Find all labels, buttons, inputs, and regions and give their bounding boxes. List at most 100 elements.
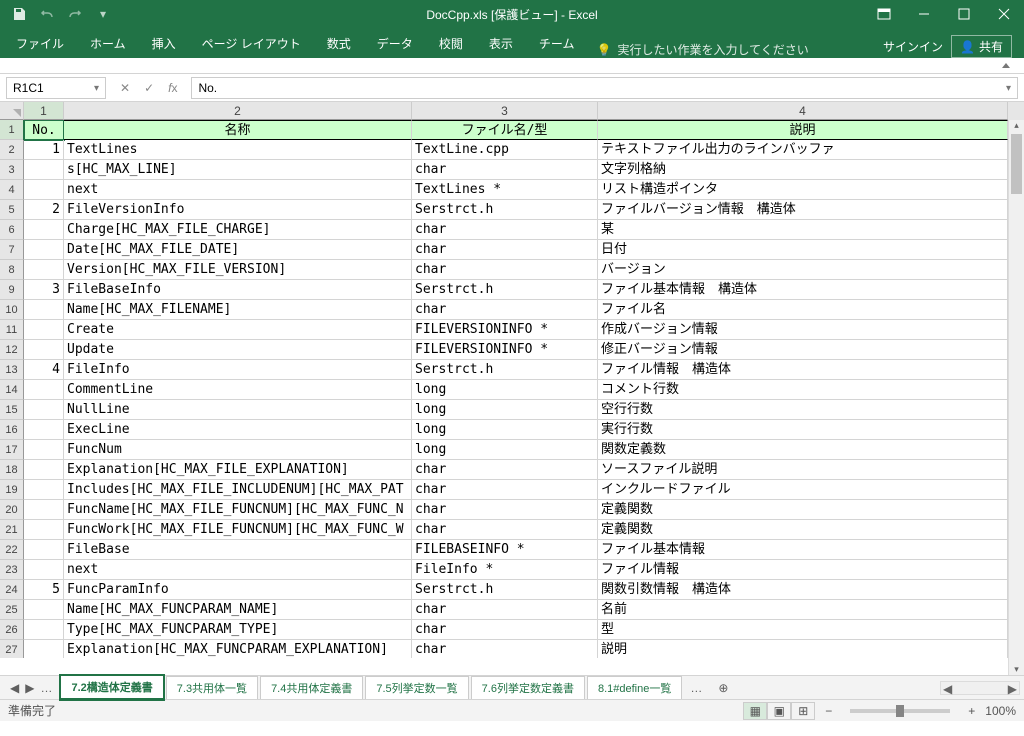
undo-icon[interactable] (34, 2, 60, 26)
tab-file[interactable]: ファイル (4, 29, 76, 58)
col-header-2[interactable]: 2 (64, 102, 412, 120)
row-header[interactable]: 21 (0, 520, 24, 540)
cell[interactable]: CommentLine (64, 380, 412, 400)
cell[interactable]: FileBaseInfo (64, 280, 412, 300)
cell[interactable]: FuncWork[HC_MAX_FILE_FUNCNUM][HC_MAX_FUN… (64, 520, 412, 540)
row-header[interactable]: 5 (0, 200, 24, 220)
sheet-nav-more-icon[interactable]: … (38, 681, 54, 695)
cell[interactable] (24, 400, 64, 420)
cell[interactable]: 関数引数情報 構造体 (598, 580, 1008, 600)
cell[interactable]: 4 (24, 360, 64, 380)
cell[interactable]: char (412, 620, 598, 640)
cell[interactable]: ファイル情報 (598, 560, 1008, 580)
row-header[interactable]: 22 (0, 540, 24, 560)
cancel-icon[interactable]: ✕ (120, 81, 130, 95)
zoom-out-icon[interactable]: − (825, 704, 832, 718)
cell[interactable]: FileBase (64, 540, 412, 560)
cell[interactable] (24, 420, 64, 440)
cell[interactable]: char (412, 220, 598, 240)
cell[interactable]: ファイル名 (598, 300, 1008, 320)
cell[interactable]: Serstrct.h (412, 200, 598, 220)
cell[interactable]: Serstrct.h (412, 280, 598, 300)
sheet-nav-prev-icon[interactable]: ◀ (8, 681, 21, 695)
cell[interactable]: long (412, 380, 598, 400)
cell[interactable] (24, 480, 64, 500)
zoom-slider[interactable] (850, 709, 950, 713)
save-icon[interactable] (6, 2, 32, 26)
sheet-tab[interactable]: 7.5列挙定数一覧 (365, 676, 468, 699)
cell[interactable] (24, 240, 64, 260)
row-header[interactable]: 25 (0, 600, 24, 620)
row-header[interactable]: 27 (0, 640, 24, 658)
enter-icon[interactable]: ✓ (144, 81, 154, 95)
cell[interactable]: 1 (24, 140, 64, 160)
cell[interactable]: 某 (598, 220, 1008, 240)
tab-view[interactable]: 表示 (477, 29, 525, 58)
cell[interactable] (24, 560, 64, 580)
cell[interactable]: NullLine (64, 400, 412, 420)
page-layout-view-icon[interactable]: ▣ (767, 702, 791, 720)
cell[interactable]: インクルードファイル (598, 480, 1008, 500)
cell[interactable]: char (412, 460, 598, 480)
cell[interactable]: TextLines (64, 140, 412, 160)
cell[interactable]: Serstrct.h (412, 360, 598, 380)
cell[interactable]: ExecLine (64, 420, 412, 440)
cell[interactable]: バージョン (598, 260, 1008, 280)
cell[interactable]: char (412, 160, 598, 180)
row-header[interactable]: 26 (0, 620, 24, 640)
cell[interactable]: char (412, 480, 598, 500)
cell[interactable]: FuncNum (64, 440, 412, 460)
cell[interactable]: 名前 (598, 600, 1008, 620)
cell[interactable]: ファイル基本情報 構造体 (598, 280, 1008, 300)
row-header[interactable]: 17 (0, 440, 24, 460)
row-header[interactable]: 11 (0, 320, 24, 340)
row-header[interactable]: 16 (0, 420, 24, 440)
tab-page-layout[interactable]: ページ レイアウト (190, 29, 313, 58)
sheet-tab[interactable]: 7.3共用体一覧 (166, 676, 258, 699)
cell[interactable]: ソースファイル説明 (598, 460, 1008, 480)
cell[interactable]: char (412, 520, 598, 540)
cell[interactable]: Explanation[HC_MAX_FILE_EXPLANATION] (64, 460, 412, 480)
cell[interactable]: Update (64, 340, 412, 360)
cell[interactable]: Type[HC_MAX_FUNCPARAM_TYPE] (64, 620, 412, 640)
sheet-tab[interactable]: 7.4共用体定義書 (260, 676, 363, 699)
col-header-4[interactable]: 4 (598, 102, 1008, 120)
qat-more-icon[interactable]: ▾ (90, 2, 116, 26)
share-button[interactable]: 👤 共有 (951, 35, 1012, 58)
cell[interactable]: 定義関数 (598, 520, 1008, 540)
row-header[interactable]: 1 (0, 120, 24, 140)
cell[interactable]: long (412, 440, 598, 460)
row-header[interactable]: 15 (0, 400, 24, 420)
row-header[interactable]: 10 (0, 300, 24, 320)
cell[interactable]: long (412, 420, 598, 440)
row-header[interactable]: 4 (0, 180, 24, 200)
cell[interactable]: FILEVERSIONINFO * (412, 340, 598, 360)
cell[interactable] (24, 640, 64, 658)
page-break-view-icon[interactable]: ⊞ (791, 702, 815, 720)
close-icon[interactable] (984, 0, 1024, 28)
cell[interactable] (24, 600, 64, 620)
tab-review[interactable]: 校閲 (427, 29, 475, 58)
fx-icon[interactable]: fx (168, 81, 177, 95)
cell[interactable]: FuncName[HC_MAX_FILE_FUNCNUM][HC_MAX_FUN… (64, 500, 412, 520)
cell[interactable]: ファイル基本情報 (598, 540, 1008, 560)
cell[interactable]: FILEVERSIONINFO * (412, 320, 598, 340)
tab-home[interactable]: ホーム (78, 29, 138, 58)
new-sheet-icon[interactable]: ⊕ (710, 681, 736, 695)
cell[interactable]: 実行行数 (598, 420, 1008, 440)
row-header[interactable]: 14 (0, 380, 24, 400)
cell[interactable] (24, 460, 64, 480)
cell[interactable]: char (412, 500, 598, 520)
sheet-nav-next-icon[interactable]: ▶ (23, 681, 36, 695)
cell[interactable]: s[HC_MAX_LINE] (64, 160, 412, 180)
cell[interactable]: long (412, 400, 598, 420)
cell[interactable]: 関数定義数 (598, 440, 1008, 460)
row-header[interactable]: 12 (0, 340, 24, 360)
cell[interactable]: next (64, 560, 412, 580)
row-header[interactable]: 2 (0, 140, 24, 160)
cell[interactable]: 文字列格納 (598, 160, 1008, 180)
cell[interactable]: char (412, 640, 598, 658)
row-header[interactable]: 3 (0, 160, 24, 180)
cell[interactable]: 修正バージョン情報 (598, 340, 1008, 360)
cell[interactable]: 空行行数 (598, 400, 1008, 420)
